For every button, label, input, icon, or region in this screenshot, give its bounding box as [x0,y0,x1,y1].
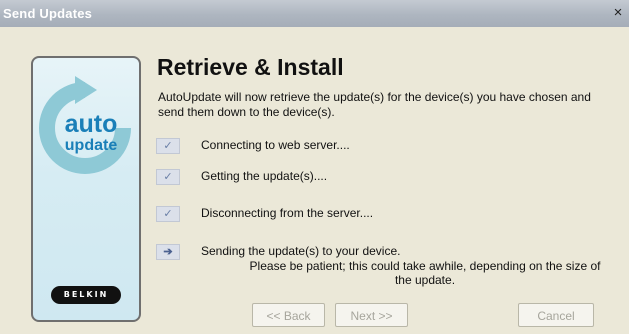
logo-word-update: update [65,137,118,154]
check-icon: ✓ [156,169,180,185]
step-getting-updates: ✓ Getting the update(s).... [156,168,606,186]
step-label: Getting the update(s).... [201,169,328,183]
step-label: Connecting to web server.... [201,138,350,152]
step-label: Sending the update(s) to your device. [201,244,401,258]
back-button[interactable]: << Back [252,303,325,327]
step-disconnecting: ✓ Disconnecting from the server.... [156,205,606,223]
arrow-right-icon: ➔ [156,244,180,260]
auto-update-logo: auto update [39,76,131,174]
intro-text: AutoUpdate will now retrieve the update(… [158,90,591,119]
next-button[interactable]: Next >> [335,303,408,327]
cancel-button[interactable]: Cancel [518,303,594,327]
close-button[interactable]: × [610,4,626,22]
logo-word-auto: auto [65,110,118,138]
title-bar: Send Updates × [0,0,629,27]
patience-note: Please be patient; this could take awhil… [249,259,601,287]
check-icon: ✓ [156,138,180,154]
refresh-arrowhead-icon [75,76,97,104]
belkin-logo: BELKIN [51,286,121,304]
window-title: Send Updates [3,6,93,21]
step-connecting: ✓ Connecting to web server.... [156,137,606,155]
step-label: Disconnecting from the server.... [201,206,374,220]
dialog-body: auto update BELKIN Retrieve & Install Au… [0,27,629,334]
side-panel: auto update BELKIN [31,56,141,322]
check-icon: ✓ [156,206,180,222]
page-title: Retrieve & Install [157,54,344,80]
